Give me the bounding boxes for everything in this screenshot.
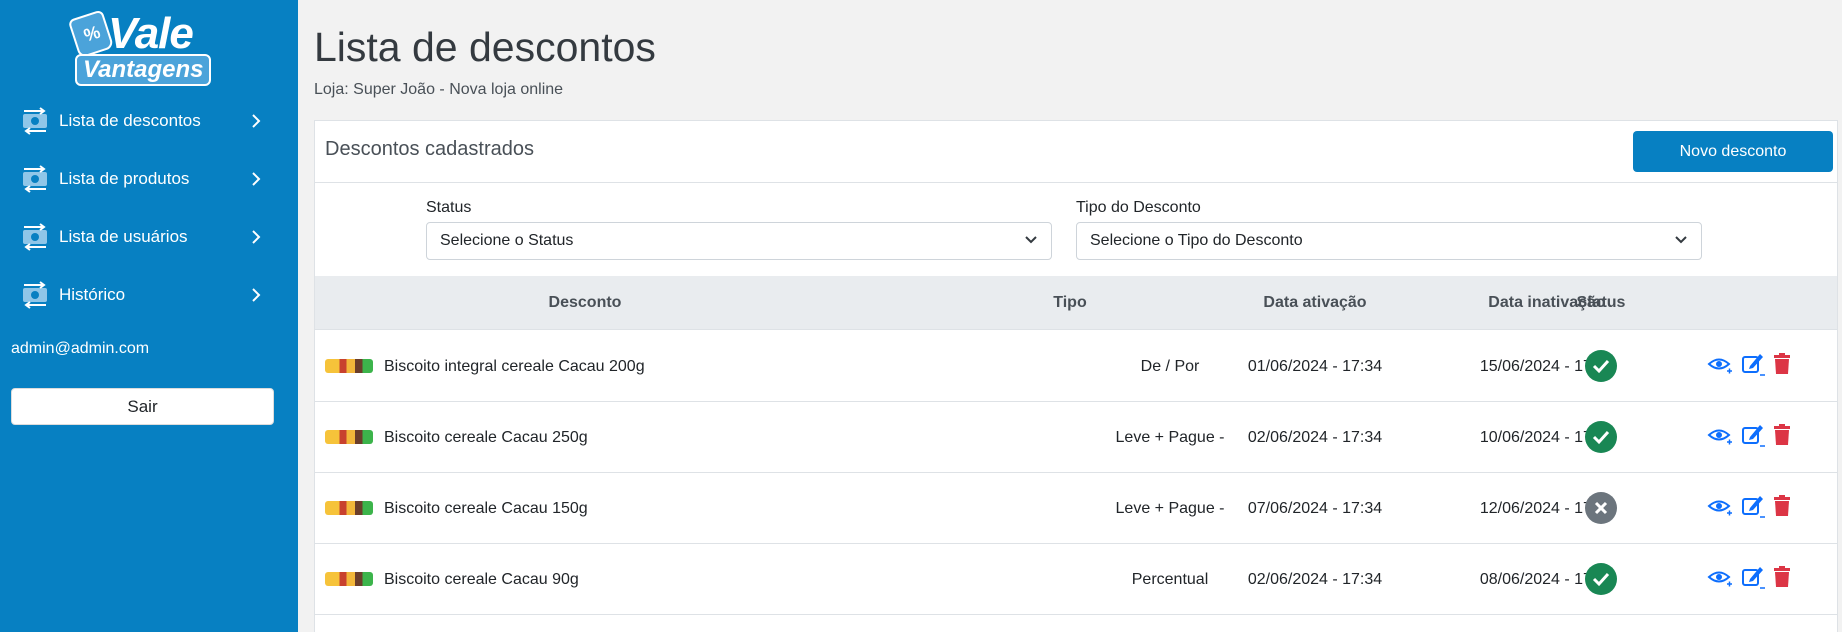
eye-icon[interactable] [1707,422,1733,448]
edit-icon[interactable] [1740,564,1766,590]
product-image [325,572,373,586]
logo: % Vale Vantagens [67,9,214,86]
activation-date: 01/06/2024 - 17:34 [1247,358,1383,375]
product-name: Biscoito integral cereale Cacau 200g [384,358,645,375]
sidebar-item-label: Lista de descontos [59,111,201,130]
card-title: Descontos cadastrados [325,138,535,160]
table-row: Biscoito integral cereale Cacau 200g De … [315,331,1837,402]
check-circle-icon [1585,350,1617,382]
sidebar-item-lista-de-descontos[interactable]: Lista de descontos [18,103,263,139]
logout-button[interactable]: Sair [11,388,274,425]
inactivation-date: 10/06/2024 - 17:34 [1479,429,1615,446]
page-title: Lista de descontos [314,24,656,70]
product-name: Biscoito cereale Cacau 150g [384,500,588,517]
eye-icon[interactable] [1707,351,1733,377]
discounts-card: Descontos cadastrados Novo desconto Stat… [314,120,1838,632]
chevron-down-icon [1024,232,1038,250]
edit-icon[interactable] [1740,493,1766,519]
money-transfer-icon [18,222,52,252]
table-row: Biscoito cereale Cacau 90g Percentual 02… [315,544,1837,615]
table-row: Biscoito cereale Cacau 150g Leve + Pague… [315,473,1837,544]
sidebar-item-label: Lista de usuários [59,227,188,246]
money-transfer-icon [18,280,52,310]
card-header: Descontos cadastrados Novo desconto [315,121,1837,183]
activation-date: 07/06/2024 - 17:34 [1247,500,1383,517]
trash-icon[interactable] [1770,564,1796,590]
column-header-status: Status [1576,294,1626,311]
check-circle-icon [1585,421,1617,453]
chevron-right-icon [249,227,263,247]
new-discount-button[interactable]: Novo desconto [1633,131,1833,172]
chevron-down-icon [1674,232,1688,250]
status-select[interactable]: Selecione o Status [426,222,1052,260]
money-transfer-icon [18,164,52,194]
trash-icon[interactable] [1770,422,1796,448]
activation-date: 02/06/2024 - 17:34 [1247,429,1383,446]
store-label: Loja: Super João - Nova loja online [314,81,564,98]
user-email: admin@admin.com [11,340,150,357]
type-filter: Tipo do Desconto Selecione o Tipo do Des… [1076,199,1702,260]
product-image [325,501,373,515]
product-image [325,359,373,373]
product-name: Biscoito cereale Cacau 90g [384,571,579,588]
eye-icon[interactable] [1707,564,1733,590]
product-name: Biscoito cereale Cacau 250g [384,429,588,446]
x-circle-icon [1585,492,1617,524]
eye-icon[interactable] [1707,493,1733,519]
chevron-right-icon [249,285,263,305]
edit-icon[interactable] [1740,351,1766,377]
check-circle-icon [1585,563,1617,595]
inactivation-date: 15/06/2024 - 17:34 [1479,358,1615,375]
sidebar: % Vale Vantagens Lista de descontos List… [0,0,298,632]
column-header-tipo: Tipo [1053,294,1087,311]
activation-date: 02/06/2024 - 17:34 [1247,571,1383,588]
inactivation-date: 12/06/2024 - 17:34 [1479,500,1615,517]
status-filter: Status Selecione o Status [426,199,1052,260]
trash-icon[interactable] [1770,351,1796,377]
sidebar-item-lista-de-usuarios[interactable]: Lista de usuários [18,219,263,255]
edit-icon[interactable] [1740,422,1766,448]
sidebar-item-lista-de-produtos[interactable]: Lista de produtos [18,161,263,197]
type-filter-label: Tipo do Desconto [1076,199,1201,216]
table-header: Desconto Tipo Data ativação Data inativa… [315,276,1837,330]
column-header-desconto: Desconto [548,294,622,311]
sidebar-item-label: Histórico [59,285,126,304]
column-header-data-ativacao: Data ativação [1263,294,1367,311]
type-select[interactable]: Selecione o Tipo do Desconto [1076,222,1702,260]
sidebar-item-label: Lista de produtos [59,169,190,188]
sidebar-item-historico[interactable]: Histórico [18,277,263,313]
status-filter-label: Status [426,199,472,216]
trash-icon[interactable] [1770,493,1796,519]
status-select-value: Selecione o Status [440,232,574,249]
money-transfer-icon [18,106,52,136]
chevron-right-icon [249,169,263,189]
type-select-value: Selecione o Tipo do Desconto [1090,232,1303,249]
table-row: Biscoito cereale Cacau 250g Leve + Pague… [315,402,1837,473]
chevron-right-icon [249,111,263,131]
inactivation-date: 08/06/2024 - 17:34 [1479,571,1615,588]
product-image [325,430,373,444]
logo-text-vantagens: Vantagens [75,54,212,86]
logo-text-vale: Vale [108,9,194,58]
